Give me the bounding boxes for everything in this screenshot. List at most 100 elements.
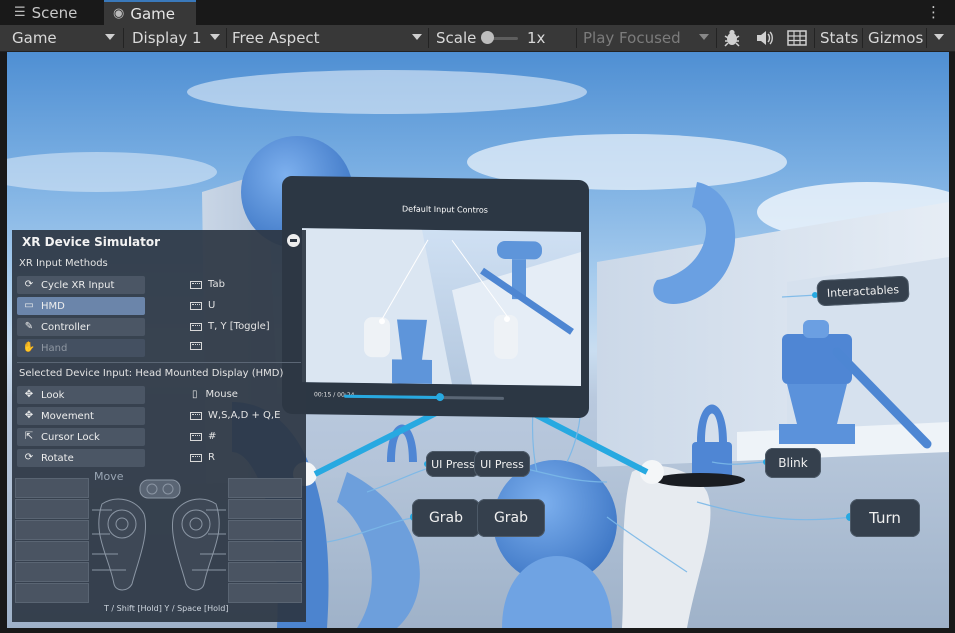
game-view-toolbar: Game Display 1 Free Aspect Scale 1x Play… xyxy=(0,25,955,52)
turn-button[interactable]: Turn xyxy=(850,499,920,537)
aspect-dropdown[interactable]: Free Aspect xyxy=(232,25,320,51)
kebab-menu-icon[interactable]: ⋮ xyxy=(926,3,941,21)
rotate-button[interactable]: ⟳ Rotate xyxy=(17,449,145,467)
look-key-label: Mouse xyxy=(205,389,238,400)
scale-value: 1x xyxy=(527,29,546,47)
hand-icon: ✋ xyxy=(22,342,36,353)
movement-label: Movement xyxy=(41,410,94,422)
scene-icon: ☰ xyxy=(14,5,26,20)
binding-slot xyxy=(228,562,302,582)
hand-label: Hand xyxy=(41,342,68,354)
hand-key-hint xyxy=(190,342,208,350)
stats-button[interactable]: Stats xyxy=(820,25,858,51)
binding-slot xyxy=(15,562,89,582)
mouse-icon: ▯ xyxy=(192,389,198,400)
look-label: Look xyxy=(41,389,65,401)
video-content xyxy=(302,228,581,387)
display-dropdown[interactable]: Display 1 xyxy=(132,25,202,51)
binding-slot xyxy=(228,520,302,540)
toolbar-separator xyxy=(576,28,577,48)
aspect-value: Free Aspect xyxy=(232,29,320,47)
toolbar-separator xyxy=(226,28,227,48)
controller-icon: ✎ xyxy=(24,321,34,332)
chevron-down-icon xyxy=(699,34,709,40)
movement-key-hint: W,S,A,D + Q,E xyxy=(190,410,280,421)
video-progress-track[interactable] xyxy=(344,393,504,402)
chevron-down-icon xyxy=(210,34,220,40)
bug-icon[interactable] xyxy=(722,25,742,51)
movement-key-label: W,S,A,D + Q,E xyxy=(208,410,281,421)
cursor-lock-key-hint: # xyxy=(190,431,216,442)
xr-device-simulator-panel: XR Device Simulator XR Input Methods ⟳ Cy… xyxy=(12,230,306,622)
controller-label: Controller xyxy=(41,321,91,333)
rotate-key-label: R xyxy=(208,452,215,463)
chevron-down-icon xyxy=(105,34,115,40)
gizmos-button[interactable]: Gizmos xyxy=(868,25,923,51)
cycle-key-label: Tab xyxy=(208,279,225,290)
selected-device-line: Selected Device Input: Head Mounted Disp… xyxy=(19,368,283,379)
selected-device-label: Selected Device Input: xyxy=(19,368,133,379)
tab-scene[interactable]: ☰ Scene xyxy=(14,0,104,25)
footer-hints: T / Shift [Hold] Y / Space [Hold] xyxy=(104,604,228,613)
video-progress-handle[interactable] xyxy=(436,393,444,402)
controller-key-label: T, Y [Toggle] xyxy=(208,321,270,332)
selected-device-value: Head Mounted Display (HMD) xyxy=(135,368,284,379)
keyboard-icon xyxy=(190,432,202,441)
chevron-down-icon xyxy=(412,34,422,40)
binding-slot xyxy=(15,478,89,498)
binding-slot xyxy=(15,520,89,540)
collapse-icon[interactable] xyxy=(287,234,300,247)
controller-key-hint: T, Y [Toggle] xyxy=(190,321,270,332)
tab-game[interactable]: ◉ Game xyxy=(104,0,196,25)
hmd-button[interactable]: ▭ HMD xyxy=(17,297,145,315)
cycle-icon: ⟳ xyxy=(24,279,34,290)
game-mode-dropdown[interactable]: Game xyxy=(12,25,57,51)
toolbar-separator xyxy=(926,28,927,48)
grab-left-button[interactable]: Grab xyxy=(412,499,480,537)
rotate-label: Rotate xyxy=(41,452,74,464)
binding-slot xyxy=(15,541,89,561)
movement-button[interactable]: ✥ Movement xyxy=(17,407,145,425)
rotate-icon: ⟳ xyxy=(24,452,34,463)
controller-button[interactable]: ✎ Controller xyxy=(17,318,145,336)
play-focus-value: Play Focused xyxy=(583,29,681,47)
ui-press-left-button[interactable]: UI Press xyxy=(426,451,480,477)
blink-button[interactable]: Blink xyxy=(765,448,821,478)
grab-right-button[interactable]: Grab xyxy=(477,499,545,537)
binding-slot xyxy=(15,499,89,519)
look-button[interactable]: ✥ Look xyxy=(17,386,145,404)
hmd-icon: ▭ xyxy=(24,300,34,311)
keyboard-icon xyxy=(190,280,202,289)
binding-slot xyxy=(228,541,302,561)
controllers-diagram-icon xyxy=(92,479,226,591)
stats-label: Stats xyxy=(820,29,859,47)
tab-game-label: Game xyxy=(130,4,175,23)
binding-slot xyxy=(15,583,89,603)
move-icon: ✥ xyxy=(24,410,34,421)
toolbar-separator xyxy=(862,28,863,48)
keyboard-icon xyxy=(190,411,202,420)
cursor-icon: ⇱ xyxy=(24,431,34,442)
cycle-xr-input-button[interactable]: ⟳ Cycle XR Input xyxy=(17,276,145,294)
gamepad-icon: ◉ xyxy=(113,6,125,21)
look-icon: ✥ xyxy=(24,389,34,400)
toolbar-separator xyxy=(428,28,429,48)
scale-slider-handle[interactable] xyxy=(481,31,494,44)
grid-icon[interactable] xyxy=(787,25,807,51)
hand-button[interactable]: ✋ Hand xyxy=(17,339,145,357)
hmd-label: HMD xyxy=(41,300,65,312)
ui-press-right-button[interactable]: UI Press xyxy=(474,451,530,477)
binding-slot xyxy=(228,478,302,498)
cursor-lock-button[interactable]: ⇱ Cursor Lock xyxy=(17,428,145,446)
keyboard-icon xyxy=(190,301,202,310)
viewport-border xyxy=(0,628,955,633)
video-screen-title: Default Input Contros xyxy=(402,204,488,215)
play-focus-dropdown[interactable]: Play Focused xyxy=(583,25,681,51)
methods-heading: XR Input Methods xyxy=(19,258,108,269)
display-value: Display 1 xyxy=(132,29,202,47)
viewport-border xyxy=(0,52,7,633)
cycle-key-hint: Tab xyxy=(190,279,225,290)
video-time-separator: / xyxy=(333,391,336,399)
chevron-down-icon[interactable] xyxy=(934,34,944,40)
speaker-icon[interactable] xyxy=(755,25,775,51)
